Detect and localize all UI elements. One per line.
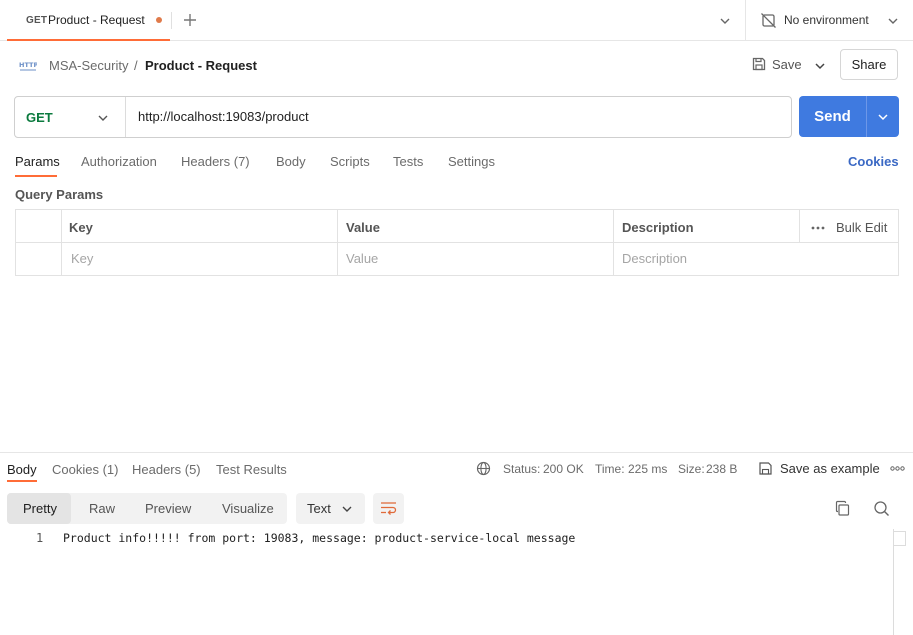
response-body-editor[interactable]: 1 Product info!!!!! from port: 19083, me…: [0, 529, 913, 635]
save-button[interactable]: Save: [749, 55, 805, 75]
save-as-example-button[interactable]: Save as example: [780, 461, 880, 476]
chevron-down-icon: [98, 115, 108, 121]
breadcrumb: HTTP MSA-Security / Product - Request: [19, 56, 519, 74]
response-type-label: Text: [307, 501, 331, 516]
tab-headers[interactable]: Headers (7): [181, 154, 250, 169]
format-visualize-button[interactable]: Visualize: [222, 501, 274, 516]
response-type-select[interactable]: Text: [296, 493, 365, 524]
description-input[interactable]: Description: [622, 251, 687, 266]
send-divider: [866, 96, 867, 137]
size-value[interactable]: 238 B: [706, 462, 737, 476]
time-value[interactable]: 225 ms: [628, 462, 667, 476]
chevron-down-icon: [342, 506, 352, 512]
response-tab-test-results[interactable]: Test Results: [216, 462, 287, 477]
method-label: GET: [26, 110, 53, 125]
request-tab-method: GET: [26, 15, 48, 26]
response-meta: Status: 200 OK Time: 225 ms Size: 238 B …: [476, 461, 913, 481]
status-label: Status:: [503, 462, 541, 476]
format-preview-button[interactable]: Preview: [145, 501, 191, 516]
more-options-icon[interactable]: [890, 466, 905, 471]
unsaved-dot-icon: [156, 17, 162, 23]
wrap-lines-icon: [381, 502, 397, 515]
save-options-button[interactable]: [812, 58, 828, 74]
column-key: Key: [69, 220, 93, 235]
no-environment-icon: [761, 13, 776, 28]
chevron-down-icon[interactable]: [875, 109, 891, 125]
send-button[interactable]: Send: [799, 96, 899, 137]
line-number: 1: [36, 531, 44, 545]
format-raw-button[interactable]: Raw: [89, 501, 115, 516]
more-options-icon[interactable]: [811, 226, 825, 230]
copy-button[interactable]: [834, 500, 851, 517]
breadcrumb-collection[interactable]: MSA-Security: [49, 58, 128, 73]
breadcrumb-request[interactable]: Product - Request: [145, 58, 257, 73]
save-label: Save: [772, 57, 802, 72]
send-label: Send: [814, 108, 851, 125]
key-input[interactable]: Key: [71, 251, 93, 266]
search-button[interactable]: [873, 500, 890, 517]
tab-scripts[interactable]: Scripts: [330, 154, 370, 169]
status-value[interactable]: 200 OK: [543, 462, 584, 476]
add-tab-button[interactable]: [181, 11, 199, 29]
tab-authorization[interactable]: Authorization: [81, 154, 157, 169]
size-label: Size:: [678, 462, 705, 476]
environment-label: No environment: [784, 13, 869, 27]
request-tab[interactable]: GET Product - Request: [7, 0, 170, 41]
save-icon: [752, 57, 766, 71]
environment-selector[interactable]: No environment: [760, 12, 902, 30]
svg-text:HTTP: HTTP: [19, 61, 37, 69]
method-select[interactable]: GET: [15, 97, 126, 137]
format-mode-group: Pretty Raw Preview Visualize: [7, 493, 287, 524]
response-tab-headers[interactable]: Headers (5): [132, 462, 201, 477]
chevron-down-icon: [720, 18, 730, 24]
tab-divider: [171, 12, 172, 29]
save-example-icon: [759, 462, 772, 475]
wrap-lines-button[interactable]: [373, 493, 404, 524]
request-tabs: Params Authorization Headers (7) Body Sc…: [15, 153, 905, 179]
tabs-dropdown-button[interactable]: [717, 13, 733, 29]
cookies-link[interactable]: Cookies: [848, 154, 899, 169]
response-tab-cookies[interactable]: Cookies (1): [52, 462, 118, 477]
response-tab-body[interactable]: Body: [7, 462, 37, 477]
format-pretty-button[interactable]: Pretty: [7, 493, 71, 524]
chevron-down-icon: [888, 18, 898, 24]
response-divider[interactable]: [0, 452, 913, 453]
tab-params[interactable]: Params: [15, 154, 60, 169]
request-tab-name: Product - Request: [48, 13, 145, 27]
query-params-title: Query Params: [15, 187, 104, 202]
plus-icon: [184, 14, 196, 26]
tab-tests[interactable]: Tests: [393, 154, 423, 169]
time-label: Time:: [595, 462, 625, 476]
http-icon: HTTP: [19, 61, 37, 71]
value-input[interactable]: Value: [346, 251, 378, 266]
tab-body[interactable]: Body: [276, 154, 306, 169]
bulk-edit-button[interactable]: Bulk Edit: [836, 220, 887, 235]
format-pretty-label: Pretty: [23, 501, 57, 516]
query-params-table: Key Value Description Bulk Edit Key Valu…: [15, 209, 899, 276]
environment-divider: [745, 0, 746, 40]
active-tab-indicator: [15, 175, 57, 177]
url-bar: GET http://localhost:19083/product: [14, 96, 792, 138]
chevron-down-icon: [815, 63, 825, 70]
active-response-tab-indicator: [7, 480, 37, 482]
tab-settings[interactable]: Settings: [448, 154, 495, 169]
column-value: Value: [346, 220, 380, 235]
search-icon: [874, 501, 889, 516]
share-button[interactable]: Share: [840, 49, 898, 80]
editor-scrollbar[interactable]: [893, 531, 906, 546]
code-line[interactable]: Product info!!!!! from port: 19083, mess…: [63, 531, 575, 545]
url-input[interactable]: http://localhost:19083/product: [138, 109, 309, 124]
breadcrumb-separator: /: [134, 58, 138, 73]
copy-icon: [835, 500, 850, 516]
column-description: Description: [622, 220, 694, 235]
globe-icon[interactable]: [476, 461, 491, 476]
